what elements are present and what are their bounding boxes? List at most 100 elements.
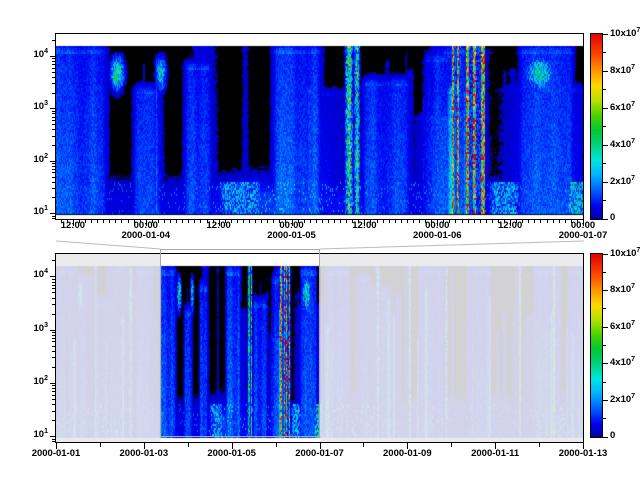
axis-tick: [50, 213, 55, 214]
axis-tick: [52, 120, 55, 121]
x-tick-time-label: 12:00: [498, 221, 522, 231]
x-tick-date-label: 2000-01-13: [559, 449, 608, 459]
x-tick-date-label: 2000-01-05: [267, 231, 316, 241]
axis-tick: [97, 220, 98, 223]
colorbar-tick: [603, 437, 608, 438]
colorbar-tick: [603, 52, 606, 53]
axis-tick: [346, 220, 347, 223]
time-selection-rectangle[interactable]: [160, 249, 321, 437]
axis-tick: [498, 220, 499, 223]
y-tick-label: 101: [0, 206, 48, 217]
axis-tick: [425, 220, 426, 223]
axis-tick: [395, 220, 396, 223]
axis-tick: [52, 68, 55, 69]
colorbar-tick-label: 2x107: [610, 176, 635, 187]
axis-tick: [52, 385, 55, 386]
y-tick-label: 104: [0, 269, 48, 280]
axis-tick: [553, 220, 554, 223]
colorbar-tick: [603, 219, 608, 220]
colorbar-tick: [603, 345, 606, 346]
axis-tick: [52, 411, 55, 412]
colorbar-tick-label: 8x107: [610, 284, 635, 295]
axis-tick: [316, 220, 317, 223]
axis-tick: [52, 163, 55, 164]
axis-tick: [243, 220, 244, 223]
axis-tick: [52, 346, 55, 347]
axis-tick: [52, 357, 55, 358]
colorbar-tick-label: 6x107: [610, 102, 635, 113]
colorbar-tick-label: 0: [610, 213, 615, 223]
colorbar-tick: [603, 254, 608, 255]
axis-tick: [52, 351, 55, 352]
axis-tick: [534, 220, 535, 223]
colorbar-tick-label: 0: [610, 431, 615, 441]
axis-tick: [50, 330, 55, 331]
y-tick-label: 102: [0, 154, 48, 165]
axis-tick: [52, 93, 55, 94]
colorbar-tick-label: 10x107: [610, 28, 640, 39]
axis-tick: [370, 220, 371, 223]
x-tick-time-label: 12:00: [352, 221, 376, 231]
colorbar-tick: [603, 34, 608, 35]
x-tick-date-label: 2000-01-03: [120, 449, 169, 459]
axis-tick: [109, 220, 110, 223]
colorbar-tick: [603, 182, 608, 183]
axis-tick: [468, 220, 469, 223]
axis-tick: [304, 220, 305, 223]
axis-tick: [449, 220, 450, 223]
axis-tick: [121, 220, 122, 223]
axis-tick: [413, 220, 414, 223]
axis-tick: [273, 220, 274, 223]
axis-tick: [334, 220, 335, 223]
axis-tick: [52, 260, 55, 261]
detail-heatmap-canvas: [56, 34, 583, 219]
axis-tick: [285, 220, 286, 223]
axis-tick: [279, 220, 280, 223]
axis-tick: [52, 197, 55, 198]
axis-tick: [352, 220, 353, 223]
axis-tick: [52, 388, 55, 389]
detail-colorbar: [590, 33, 603, 220]
axis-tick: [182, 220, 183, 223]
x-tick-date-label: 2000-01-01: [32, 449, 81, 459]
axis-tick: [52, 335, 55, 336]
axis-tick: [140, 220, 141, 223]
axis-tick: [176, 220, 177, 223]
axis-tick: [377, 220, 378, 223]
axis-tick: [389, 220, 390, 223]
axis-tick: [516, 220, 517, 223]
axis-tick: [267, 220, 268, 223]
colorbar-tick-label: 8x107: [610, 65, 635, 76]
colorbar-tick: [603, 290, 608, 291]
axis-tick: [152, 220, 153, 223]
detail-plot-area[interactable]: [55, 33, 584, 220]
axis-tick: [52, 279, 55, 280]
axis-tick: [50, 436, 55, 437]
colorbar-tick-label: 4x107: [610, 357, 635, 368]
axis-tick: [52, 166, 55, 167]
x-tick-date-label: 2000-01-09: [383, 449, 432, 459]
y-tick-label: 103: [0, 101, 48, 112]
axis-tick: [194, 220, 195, 223]
axis-tick: [79, 220, 80, 223]
colorbar-tick: [603, 400, 608, 401]
axis-tick: [158, 220, 159, 223]
axis-tick: [188, 220, 189, 223]
zoom-connector-line: [56, 241, 161, 249]
axis-tick: [225, 220, 226, 223]
axis-tick: [52, 113, 55, 114]
axis-tick: [52, 172, 55, 173]
axis-tick: [401, 220, 402, 223]
colorbar-tick: [603, 272, 606, 273]
axis-tick: [492, 220, 493, 223]
axis-tick: [52, 404, 55, 405]
colorbar-tick: [603, 89, 606, 90]
zoom-connector-line: [320, 241, 585, 249]
colorbar-tick: [603, 145, 608, 146]
colorbar-tick: [603, 382, 606, 383]
axis-tick: [103, 220, 104, 223]
axis-tick: [443, 220, 444, 223]
axis-tick: [164, 220, 165, 223]
y-tick-label: 102: [0, 376, 48, 387]
axis-tick: [565, 220, 566, 223]
